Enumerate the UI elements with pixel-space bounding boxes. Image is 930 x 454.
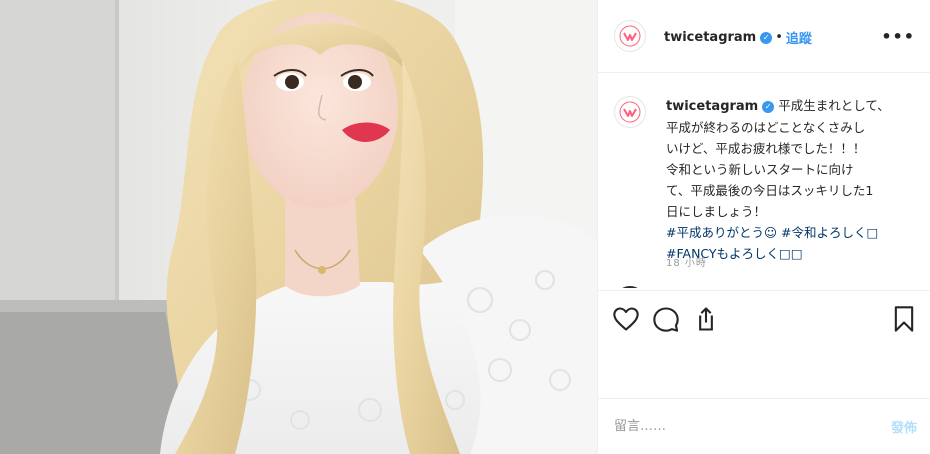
- caption-username[interactable]: twicetagram: [666, 99, 758, 114]
- caption-text: 平成生まれとして、: [778, 98, 890, 113]
- hashtag-link[interactable]: #令和よろしく□: [781, 225, 878, 240]
- heart-icon[interactable]: [612, 305, 640, 333]
- comment-icon[interactable]: [652, 305, 680, 333]
- post-photo[interactable]: [0, 0, 597, 454]
- follow-button[interactable]: 追蹤: [786, 28, 812, 47]
- header-user-line: twicetagram ✓ • 追蹤: [664, 28, 812, 47]
- post-timestamp[interactable]: 18 小時: [666, 254, 707, 269]
- instagram-post: twicetagram ✓ • 追蹤 ••• twicetagram ✓ 平成生ま…: [0, 0, 930, 454]
- caption-avatar[interactable]: [614, 96, 646, 128]
- caption-text: て、平成最後の今日はスッキリした1: [666, 183, 874, 198]
- post-header: twicetagram ✓ • 追蹤 •••: [598, 0, 930, 73]
- twice-logo-icon: [619, 25, 641, 47]
- caption-hashtags: #平成ありがとう☺ #令和よろしく□: [666, 222, 906, 243]
- selfie-illustration: [0, 0, 597, 454]
- comment-avatar[interactable]: [614, 286, 646, 288]
- comments-section: twicetagram ✓ 平成生まれとして、 平成が終わるのはどことなくさみし …: [598, 74, 930, 288]
- post-sidebar: twicetagram ✓ • 追蹤 ••• twicetagram ✓ 平成生ま…: [597, 0, 930, 454]
- header-username[interactable]: twicetagram: [664, 30, 756, 45]
- post-comment-button[interactable]: 發佈: [891, 417, 917, 436]
- caption-text: いけど、平成お疲れ様でした！！！: [666, 141, 866, 156]
- twice-logo-icon: [619, 101, 641, 123]
- share-icon[interactable]: [692, 305, 720, 333]
- add-comment-section: 發佈: [598, 398, 930, 454]
- action-bar: [598, 290, 930, 354]
- verified-badge-icon: ✓: [762, 100, 775, 113]
- caption-line: twicetagram ✓ 平成生まれとして、: [666, 95, 906, 117]
- caption-text: 平成が終わるのはどことなくさみし: [666, 120, 866, 135]
- verified-badge-icon: ✓: [760, 31, 773, 44]
- caption-text: 日にしましょう！: [666, 204, 767, 219]
- more-options-icon[interactable]: •••: [881, 27, 915, 46]
- hashtag-link[interactable]: #平成ありがとう☺: [666, 225, 777, 240]
- post-caption: twicetagram ✓ 平成生まれとして、 平成が終わるのはどことなくさみし …: [666, 95, 906, 264]
- avatar[interactable]: [614, 20, 646, 52]
- caption-text: 令和という新しいスタートに向け: [666, 162, 854, 177]
- comment-input[interactable]: [614, 415, 864, 437]
- separator-dot: •: [775, 30, 783, 45]
- bookmark-icon[interactable]: [890, 305, 918, 333]
